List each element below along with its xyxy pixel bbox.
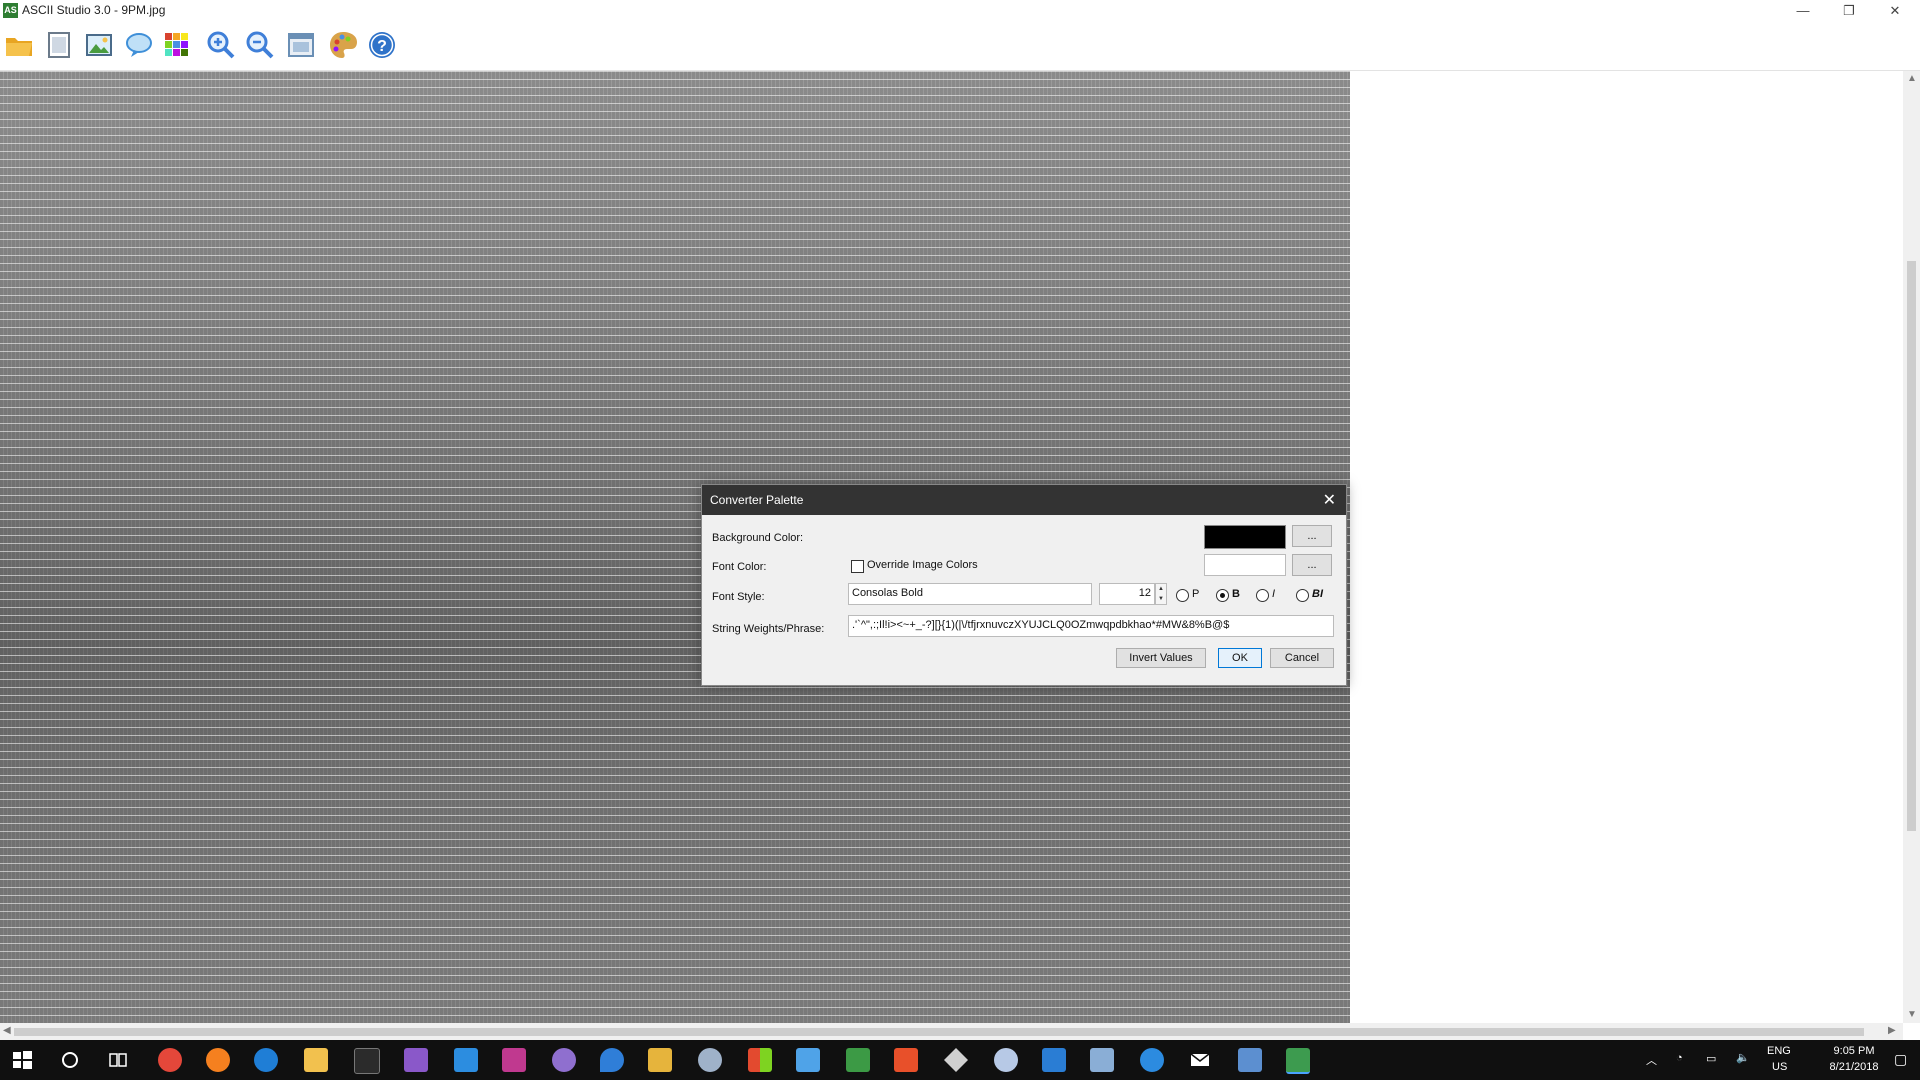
visual-studio-icon[interactable] <box>404 1048 428 1072</box>
spreadsheet-icon[interactable] <box>846 1048 870 1072</box>
app-icon: AS <box>3 3 18 18</box>
override-image-colors-label: Override Image Colors <box>867 559 978 571</box>
horizontal-scroll-thumb[interactable] <box>14 1028 1864 1036</box>
battery-icon[interactable]: ▭ <box>1706 1052 1716 1065</box>
font-size-field[interactable]: 12 <box>1099 583 1155 605</box>
palette-icon[interactable] <box>326 28 360 62</box>
style-label-bold-italic: BI <box>1312 588 1323 600</box>
vertical-scrollbar[interactable]: ▲ ▼ <box>1903 71 1920 1023</box>
image-icon[interactable] <box>82 28 116 62</box>
maximize-button[interactable]: ❐ <box>1826 0 1872 22</box>
zoom-in-icon[interactable] <box>204 28 238 62</box>
help-icon[interactable]: ? <box>365 28 399 62</box>
github-desktop-icon[interactable] <box>552 1048 576 1072</box>
font-size-spinner[interactable]: ▲ ▼ <box>1155 583 1167 605</box>
ok-button[interactable]: OK <box>1218 648 1262 668</box>
close-window-button[interactable]: ✕ <box>1872 0 1918 22</box>
font-color-label: Font Color: <box>712 561 767 573</box>
store-bag-icon[interactable] <box>796 1048 820 1072</box>
tray-overflow-icon[interactable]: ︿ <box>1646 1052 1657 1068</box>
firefox-icon[interactable] <box>206 1048 230 1072</box>
vscode-icon[interactable] <box>454 1048 478 1072</box>
style-radio-bold[interactable] <box>1216 589 1229 602</box>
background-color-browse-button[interactable]: ... <box>1292 525 1332 547</box>
style-radio-bold-italic[interactable] <box>1296 589 1309 602</box>
style-radio-italic[interactable] <box>1256 589 1269 602</box>
edge-beta-icon[interactable] <box>1140 1048 1164 1072</box>
string-weights-label: String Weights/Phrase: <box>712 623 825 635</box>
override-image-colors-checkbox[interactable] <box>851 560 864 573</box>
rider-icon[interactable] <box>502 1048 526 1072</box>
file-explorer-icon[interactable] <box>304 1048 328 1072</box>
background-color-label: Background Color: <box>712 532 804 544</box>
color-grid-icon[interactable] <box>160 28 194 62</box>
scroll-right-arrow-icon[interactable]: ▶ <box>1888 1025 1896 1036</box>
scroll-down-arrow-icon[interactable]: ▼ <box>1907 1009 1917 1020</box>
language-region: US <box>1772 1061 1788 1073</box>
cancel-button[interactable]: Cancel <box>1270 648 1334 668</box>
clock-date[interactable]: 8/21/2018 <box>1822 1061 1886 1073</box>
scroll-left-arrow-icon[interactable]: ◀ <box>3 1025 11 1036</box>
style-radio-plain[interactable] <box>1176 589 1189 602</box>
ascii-studio-icon[interactable] <box>1286 1048 1310 1074</box>
box-3d-icon[interactable] <box>1238 1048 1262 1072</box>
converter-palette-dialog: Converter Palette ✕ Background Color: ..… <box>701 484 1347 686</box>
minimize-button[interactable]: — <box>1780 0 1826 22</box>
svg-text:?: ? <box>377 38 387 55</box>
cube-icon[interactable] <box>1090 1048 1114 1072</box>
network-icon[interactable]: ◔ <box>1676 1052 1683 1064</box>
speech-bubble-icon[interactable] <box>122 28 156 62</box>
window-title: ASCII Studio 3.0 - 9PM.jpg <box>22 3 166 17</box>
scroll-up-arrow-icon[interactable]: ▲ <box>1907 73 1917 84</box>
screenshot-icon[interactable] <box>284 28 318 62</box>
string-weights-field[interactable]: .'`^",:;Il!i><~+_-?][}{1)(|\/tfjrxnuvczX… <box>848 615 1334 637</box>
style-label-plain: P <box>1192 588 1200 600</box>
open-folder-icon[interactable] <box>2 28 36 62</box>
office-icon[interactable] <box>894 1048 918 1072</box>
new-document-icon[interactable] <box>42 28 76 62</box>
task-view-icon[interactable] <box>106 1048 130 1072</box>
vertical-scroll-thumb[interactable] <box>1907 261 1916 831</box>
invert-values-button[interactable]: Invert Values <box>1116 648 1206 668</box>
zoom-out-icon[interactable] <box>243 28 277 62</box>
windows-start-icon[interactable] <box>10 1048 34 1072</box>
search-circle-icon[interactable] <box>58 1048 82 1072</box>
title-bar: AS ASCII Studio 3.0 - 9PM.jpg — ❐ ✕ <box>0 0 1920 22</box>
language-indicator[interactable]: ENG <box>1767 1045 1791 1057</box>
chrome-icon[interactable] <box>158 1048 182 1072</box>
mail-icon[interactable] <box>1188 1048 1212 1072</box>
font-style-label: Font Style: <box>712 591 765 603</box>
font-color-swatch[interactable] <box>1204 554 1286 576</box>
style-label-italic: I <box>1272 588 1276 600</box>
clock-time[interactable]: 9:05 PM <box>1828 1045 1880 1057</box>
edge-icon[interactable] <box>254 1048 278 1072</box>
paint-tool-icon[interactable] <box>648 1048 672 1072</box>
color-tiles-icon[interactable] <box>748 1048 772 1072</box>
dialog-close-icon[interactable]: ✕ <box>1323 490 1336 510</box>
horizontal-scrollbar[interactable]: ◀ ▶ <box>0 1023 1903 1040</box>
font-name-field[interactable]: Consolas Bold <box>848 583 1092 605</box>
maps-pin-icon[interactable] <box>600 1048 624 1072</box>
settings-gear-icon[interactable] <box>698 1048 722 1072</box>
vs-blue-icon[interactable] <box>1042 1048 1066 1072</box>
toolbar: ? <box>0 22 1920 71</box>
style-label-bold: B <box>1232 588 1240 600</box>
dialog-title-bar: Converter Palette ✕ <box>702 485 1346 515</box>
taskbar: ︿ ◔ ▭ 🔈 ENG US 9:05 PM 8/21/2018 ▢ <box>0 1040 1920 1080</box>
volume-icon[interactable]: 🔈 <box>1736 1051 1750 1064</box>
dialog-title: Converter Palette <box>710 493 804 507</box>
notifications-icon[interactable]: ▢ <box>1894 1051 1907 1068</box>
swift-bird-icon[interactable] <box>994 1048 1018 1072</box>
terminal-icon[interactable] <box>354 1048 380 1074</box>
background-color-swatch[interactable] <box>1204 525 1286 549</box>
unity-icon[interactable] <box>944 1048 968 1072</box>
font-color-browse-button[interactable]: ... <box>1292 554 1332 576</box>
